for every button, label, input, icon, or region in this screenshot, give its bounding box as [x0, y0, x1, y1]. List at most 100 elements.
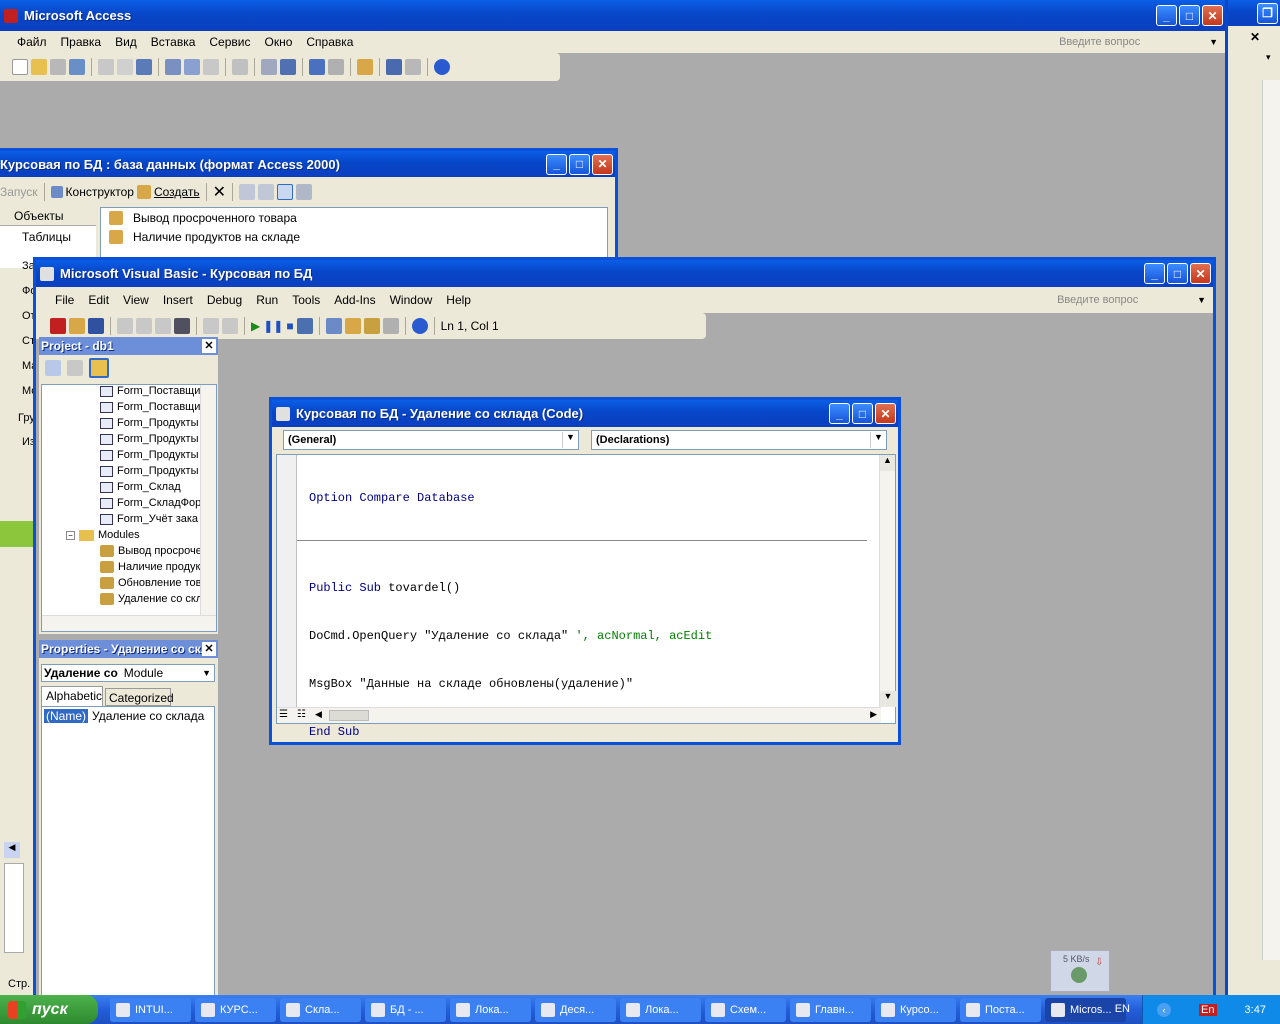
spell-icon[interactable] — [136, 59, 152, 75]
vb-close-button[interactable]: ✕ — [1190, 263, 1211, 284]
lang-indicator[interactable]: EN — [1115, 1003, 1130, 1015]
taskbar-button[interactable]: Лока... — [620, 997, 701, 1022]
small-icons-icon[interactable] — [257, 184, 274, 200]
tab-categorized[interactable]: Categorized — [105, 688, 174, 706]
tree-scrollbar[interactable] — [200, 385, 216, 617]
find-icon[interactable] — [174, 318, 190, 334]
code-icon[interactable] — [309, 59, 325, 75]
large-icons-icon[interactable] — [238, 184, 255, 200]
tree-form-item[interactable]: Form_Продукты — [100, 465, 198, 477]
help-icon[interactable] — [411, 318, 428, 334]
taskbar-button[interactable]: КУРС... — [195, 997, 276, 1022]
code-maximize-button[interactable]: □ — [852, 403, 873, 424]
delete-icon[interactable]: ✕ — [213, 182, 226, 202]
ask-question-input[interactable]: Введите вопрос — [1052, 36, 1202, 48]
scroll-right-icon[interactable]: ▶ — [870, 709, 877, 720]
scroll-left-icon[interactable]: ◀ — [315, 709, 322, 720]
undo-icon[interactable] — [232, 59, 248, 75]
vb-menu-tools[interactable]: Tools — [285, 293, 327, 307]
bg-scrollbar[interactable] — [1262, 80, 1280, 960]
lang-badge[interactable]: En — [1199, 1003, 1217, 1016]
cut-icon[interactable] — [117, 318, 133, 334]
save-icon[interactable] — [88, 318, 104, 334]
objects-tables[interactable]: Таблицы — [0, 226, 96, 244]
project-explorer-icon[interactable] — [325, 318, 342, 334]
reset-icon[interactable]: ■ — [286, 319, 293, 333]
paste-icon[interactable] — [155, 318, 171, 334]
maximize-button[interactable]: □ — [1179, 5, 1200, 26]
print-icon[interactable] — [98, 59, 114, 75]
taskbar-button[interactable]: Лока... — [450, 997, 531, 1022]
tree-module-item[interactable]: Наличие продук — [100, 561, 200, 573]
taskbar-button[interactable]: Деся... — [535, 997, 616, 1022]
details-view-icon[interactable] — [295, 184, 312, 200]
save-icon[interactable] — [50, 59, 66, 75]
taskbar-button[interactable]: Поста... — [960, 997, 1041, 1022]
create-button[interactable]: Создать — [154, 185, 200, 199]
tree-module-item[interactable]: Удаление со скл — [100, 593, 202, 605]
tray-expand-icon[interactable]: ‹ — [1157, 1002, 1172, 1017]
vb-menu-run[interactable]: Run — [249, 293, 285, 307]
vb-menu-insert[interactable]: Insert — [156, 293, 200, 307]
object-browser-icon[interactable] — [363, 318, 380, 334]
vb-menu-edit[interactable]: Edit — [81, 293, 116, 307]
break-icon[interactable]: ❚❚ — [263, 319, 283, 333]
tree-form-item[interactable]: Form_Продукты — [100, 417, 198, 429]
design-mode-icon[interactable] — [296, 318, 313, 334]
vb-ask-question-input[interactable]: Введите вопрос — [1050, 294, 1190, 306]
menu-file[interactable]: Файл — [10, 35, 54, 49]
vb-menu-debug[interactable]: Debug — [200, 293, 249, 307]
vb-ask-dropdown-icon[interactable]: ▼ — [1190, 295, 1213, 305]
db-minimize-button[interactable]: _ — [546, 153, 567, 175]
taskbar-button[interactable]: INTUI... — [110, 997, 191, 1022]
ask-dropdown-icon[interactable]: ▼ — [1202, 37, 1225, 47]
script-icon[interactable] — [328, 59, 344, 75]
run-button[interactable]: Запуск — [0, 185, 38, 199]
tree-modules-folder[interactable]: − Modules — [66, 529, 140, 541]
clock[interactable]: 3:47 — [1245, 1004, 1266, 1016]
view-access-icon[interactable] — [50, 318, 66, 334]
procedure-view-icon[interactable]: ☰ — [279, 709, 288, 720]
menu-help[interactable]: Справка — [299, 35, 360, 49]
vb-menu-help[interactable]: Help — [439, 293, 478, 307]
close-button[interactable]: ✕ — [1202, 5, 1223, 26]
redo-icon[interactable] — [222, 318, 238, 334]
tab-alphabetic[interactable]: Alphabetic — [41, 686, 103, 706]
menu-window[interactable]: Окно — [257, 35, 299, 49]
tree-module-item[interactable]: Вывод просроче — [100, 545, 202, 557]
tree-form-item[interactable]: Form_СкладФор — [100, 497, 201, 509]
preview-icon[interactable] — [117, 59, 133, 75]
code-vscrollbar[interactable]: ▲ ▼ — [879, 455, 896, 707]
vb-minimize-button[interactable]: _ — [1144, 263, 1165, 284]
insert-module-icon[interactable] — [69, 318, 85, 334]
properties-close-icon[interactable]: ✕ — [202, 642, 216, 656]
vb-menu-view[interactable]: View — [116, 293, 156, 307]
undo-icon[interactable] — [203, 318, 219, 334]
taskbar-button[interactable]: Схем... — [705, 997, 786, 1022]
object-selector[interactable]: Удаление со Module ▼ — [41, 664, 215, 682]
tree-form-item[interactable]: Form_Учёт зака — [100, 513, 198, 525]
tree-hscrollbar[interactable] — [42, 615, 216, 631]
db-maximize-button[interactable]: □ — [569, 153, 590, 175]
object-dropdown[interactable]: (General) ▼ — [283, 430, 579, 450]
menu-insert[interactable]: Вставка — [144, 35, 203, 49]
menu-edit[interactable]: Правка — [54, 35, 109, 49]
restore-icon[interactable]: ❐ — [1257, 2, 1278, 24]
scroll-down-icon[interactable]: ▼ — [880, 691, 896, 707]
chevron-down-icon[interactable]: ▼ — [562, 432, 578, 448]
properties-window-icon[interactable] — [344, 318, 361, 334]
project-close-icon[interactable]: ✕ — [202, 339, 216, 353]
vb-maximize-button[interactable]: □ — [1167, 263, 1188, 284]
scroll-thumb[interactable] — [329, 710, 369, 721]
search-file-icon[interactable] — [69, 59, 85, 75]
property-row[interactable]: (Name) Удаление со склада — [44, 709, 212, 723]
menu-view[interactable]: Вид — [108, 35, 144, 49]
tree-form-item[interactable]: Form_Продукты — [100, 433, 198, 445]
tree-form-item[interactable]: Form_Продукты — [100, 449, 198, 461]
copy-icon[interactable] — [184, 59, 200, 75]
cut-icon[interactable] — [165, 59, 181, 75]
tree-module-item[interactable]: Обновление тов — [100, 577, 201, 589]
view-object-icon[interactable] — [67, 360, 83, 376]
chevron-down-icon[interactable]: ▼ — [870, 432, 886, 448]
code-close-button[interactable]: ✕ — [875, 403, 896, 424]
